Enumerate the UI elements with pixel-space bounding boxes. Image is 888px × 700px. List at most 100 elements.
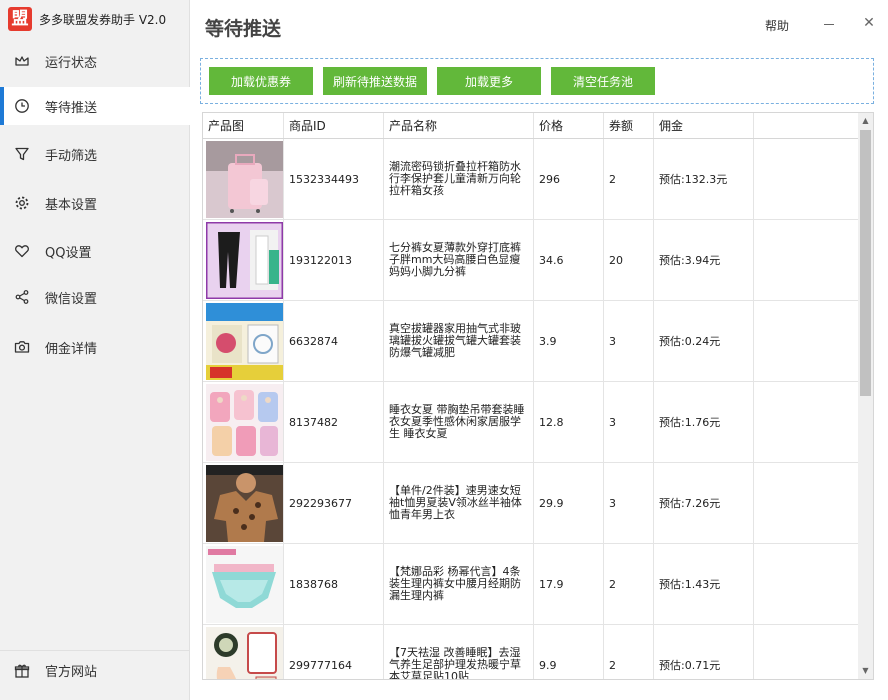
- filler-cell: [754, 382, 858, 462]
- share-icon: [13, 288, 31, 306]
- product-id: 193122013: [284, 220, 384, 300]
- product-price: 9.9: [534, 625, 604, 679]
- product-id: 299777164: [284, 625, 384, 679]
- sidebar-item-run-status[interactable]: 运行状态: [0, 42, 190, 80]
- coupon-amount: 2: [604, 544, 654, 624]
- table-row[interactable]: 1532334493 潮流密码锁折叠拉杆箱防水行李保护套儿童清新万向轮拉杆箱女孩…: [203, 139, 858, 220]
- column-header-product-id[interactable]: 商品ID: [284, 113, 384, 138]
- app-brand: 盟 多多联盟发券助手 V2.0: [0, 0, 190, 38]
- sidebar-item-wechat-settings[interactable]: 微信设置: [0, 278, 190, 316]
- commission-estimate: 预估:7.26元: [654, 463, 754, 543]
- commission-estimate: 预估:0.71元: [654, 625, 754, 679]
- sidebar-footer-label: 官方网站: [45, 665, 98, 680]
- sidebar-item-manual-filter[interactable]: 手动筛选: [0, 135, 190, 173]
- column-header-image[interactable]: 产品图: [203, 113, 284, 138]
- column-header-commission[interactable]: 佣金: [654, 113, 754, 138]
- sidebar-item-waiting-push[interactable]: 等待推送: [0, 87, 190, 125]
- coupon-amount: 3: [604, 463, 654, 543]
- sidebar-item-label: 佣金详情: [45, 341, 98, 357]
- filler-cell: [754, 544, 858, 624]
- app-logo-icon: 盟: [8, 7, 32, 31]
- coupon-amount: 2: [604, 625, 654, 679]
- pending-products-table: 产品图 商品ID 产品名称 价格 券额 佣金 1532334493 潮流密码锁折…: [202, 112, 874, 680]
- product-price: 296: [534, 139, 604, 219]
- commission-estimate: 预估:3.94元: [654, 220, 754, 300]
- sidebar-item-qq-settings[interactable]: QQ设置: [0, 232, 190, 270]
- commission-estimate: 预估:0.24元: [654, 301, 754, 381]
- help-button[interactable]: 帮助: [765, 17, 789, 34]
- product-id: 1532334493: [284, 139, 384, 219]
- sidebar-item-commission-details[interactable]: 佣金详情: [0, 328, 190, 366]
- filler-cell: [754, 220, 858, 300]
- table-row[interactable]: 193122013 七分裤女夏薄款外穿打底裤子胖mm大码高腰白色显瘦妈妈小脚九分…: [203, 220, 858, 301]
- product-thumbnail-cell: [203, 625, 284, 679]
- product-price: 29.9: [534, 463, 604, 543]
- scroll-up-arrow-icon[interactable]: ▲: [858, 113, 873, 129]
- coupon-amount: 3: [604, 301, 654, 381]
- product-id: 6632874: [284, 301, 384, 381]
- product-price: 12.8: [534, 382, 604, 462]
- product-price: 34.6: [534, 220, 604, 300]
- product-thumbnail-cell: [203, 463, 284, 543]
- scroll-down-arrow-icon[interactable]: ▼: [858, 663, 873, 679]
- product-id: 8137482: [284, 382, 384, 462]
- refresh-pending-data-button[interactable]: 刷新待推送数据: [323, 67, 427, 95]
- product-name: 睡衣女夏 带胸垫吊带套装睡衣女夏季性感休闲家居服学生 睡衣女夏: [384, 382, 534, 462]
- load-coupons-button[interactable]: 加载优惠券: [209, 67, 313, 95]
- filler-cell: [754, 301, 858, 381]
- table-row[interactable]: 1838768 【梵娜品彩 杨幂代言】4条装生理内裤女中腰月经期防漏生理内裤 1…: [203, 544, 858, 625]
- gift-icon: [13, 662, 31, 680]
- minimize-button[interactable]: [822, 14, 836, 32]
- official-website-link[interactable]: 官方网站: [0, 650, 190, 690]
- sidebar-item-label: 基本设置: [45, 197, 98, 213]
- product-name: 七分裤女夏薄款外穿打底裤子胖mm大码高腰白色显瘦妈妈小脚九分裤: [384, 220, 534, 300]
- gear-icon: [13, 194, 31, 212]
- column-header-price[interactable]: 价格: [534, 113, 604, 138]
- sidebar-item-label: 等待推送: [45, 100, 98, 116]
- coupon-amount: 3: [604, 382, 654, 462]
- product-name: 【7天祛湿 改善睡眠】去湿气养生足部护理发热暖宁草本艾草足贴10贴: [384, 625, 534, 679]
- gauge-icon: [13, 52, 31, 70]
- heart-icon: [13, 242, 31, 260]
- load-more-button[interactable]: 加载更多: [437, 67, 541, 95]
- product-price: 17.9: [534, 544, 604, 624]
- table-header: 产品图 商品ID 产品名称 价格 券额 佣金: [203, 113, 858, 139]
- product-thumbnail-cell: [203, 220, 284, 300]
- product-name: 【单件/2件装】速男速女短袖t恤男夏装V领冰丝半袖体恤青年男上衣: [384, 463, 534, 543]
- close-button[interactable]: ✕: [860, 14, 878, 32]
- page-title: 等待推送: [205, 18, 282, 40]
- product-thumbnail-cell: [203, 139, 284, 219]
- column-header-product-name[interactable]: 产品名称: [384, 113, 534, 138]
- table-row[interactable]: 6632874 真空拔罐器家用抽气式非玻璃罐拔火罐拔气罐大罐套装防爆气罐减肥 3…: [203, 301, 858, 382]
- product-price: 3.9: [534, 301, 604, 381]
- column-header-filler: [754, 113, 858, 138]
- product-thumbnail-cell: [203, 301, 284, 381]
- commission-estimate: 预估:1.43元: [654, 544, 754, 624]
- coupon-amount: 20: [604, 220, 654, 300]
- underwear-product-photo: [206, 545, 283, 623]
- filler-cell: [754, 463, 858, 543]
- filter-icon: [13, 145, 31, 163]
- luggage-product-photo: [206, 140, 283, 218]
- sidebar-item-label: 运行状态: [45, 55, 98, 71]
- product-name: 【梵娜品彩 杨幂代言】4条装生理内裤女中腰月经期防漏生理内裤: [384, 544, 534, 624]
- sidebar-item-basic-settings[interactable]: 基本设置: [0, 184, 190, 222]
- vertical-scrollbar[interactable]: ▲ ▼: [858, 113, 873, 679]
- sidebar-item-label: 微信设置: [45, 291, 98, 307]
- filler-cell: [754, 625, 858, 679]
- tshirt-product-photo: [206, 464, 283, 542]
- scrollbar-thumb[interactable]: [860, 130, 871, 396]
- table-row[interactable]: 299777164 【7天祛湿 改善睡眠】去湿气养生足部护理发热暖宁草本艾草足贴…: [203, 625, 858, 679]
- table-row[interactable]: 8137482 睡衣女夏 带胸垫吊带套装睡衣女夏季性感休闲家居服学生 睡衣女夏 …: [203, 382, 858, 463]
- clock-icon: [13, 97, 31, 115]
- foot-patch-product-photo: [206, 626, 283, 679]
- column-header-coupon[interactable]: 券额: [604, 113, 654, 138]
- table-row[interactable]: 292293677 【单件/2件装】速男速女短袖t恤男夏装V领冰丝半袖体恤青年男…: [203, 463, 858, 544]
- coupon-amount: 2: [604, 139, 654, 219]
- sidebar-item-label: 手动筛选: [45, 148, 98, 164]
- clear-task-pool-button[interactable]: 清空任务池: [551, 67, 655, 95]
- sidebar-item-label: QQ设置: [45, 245, 92, 261]
- leggings-product-photo: [206, 221, 283, 299]
- sidebar: 盟 多多联盟发券助手 V2.0 运行状态 等待推送 手动筛选 基本设置 QQ设置: [0, 0, 190, 700]
- product-thumbnail-cell: [203, 382, 284, 462]
